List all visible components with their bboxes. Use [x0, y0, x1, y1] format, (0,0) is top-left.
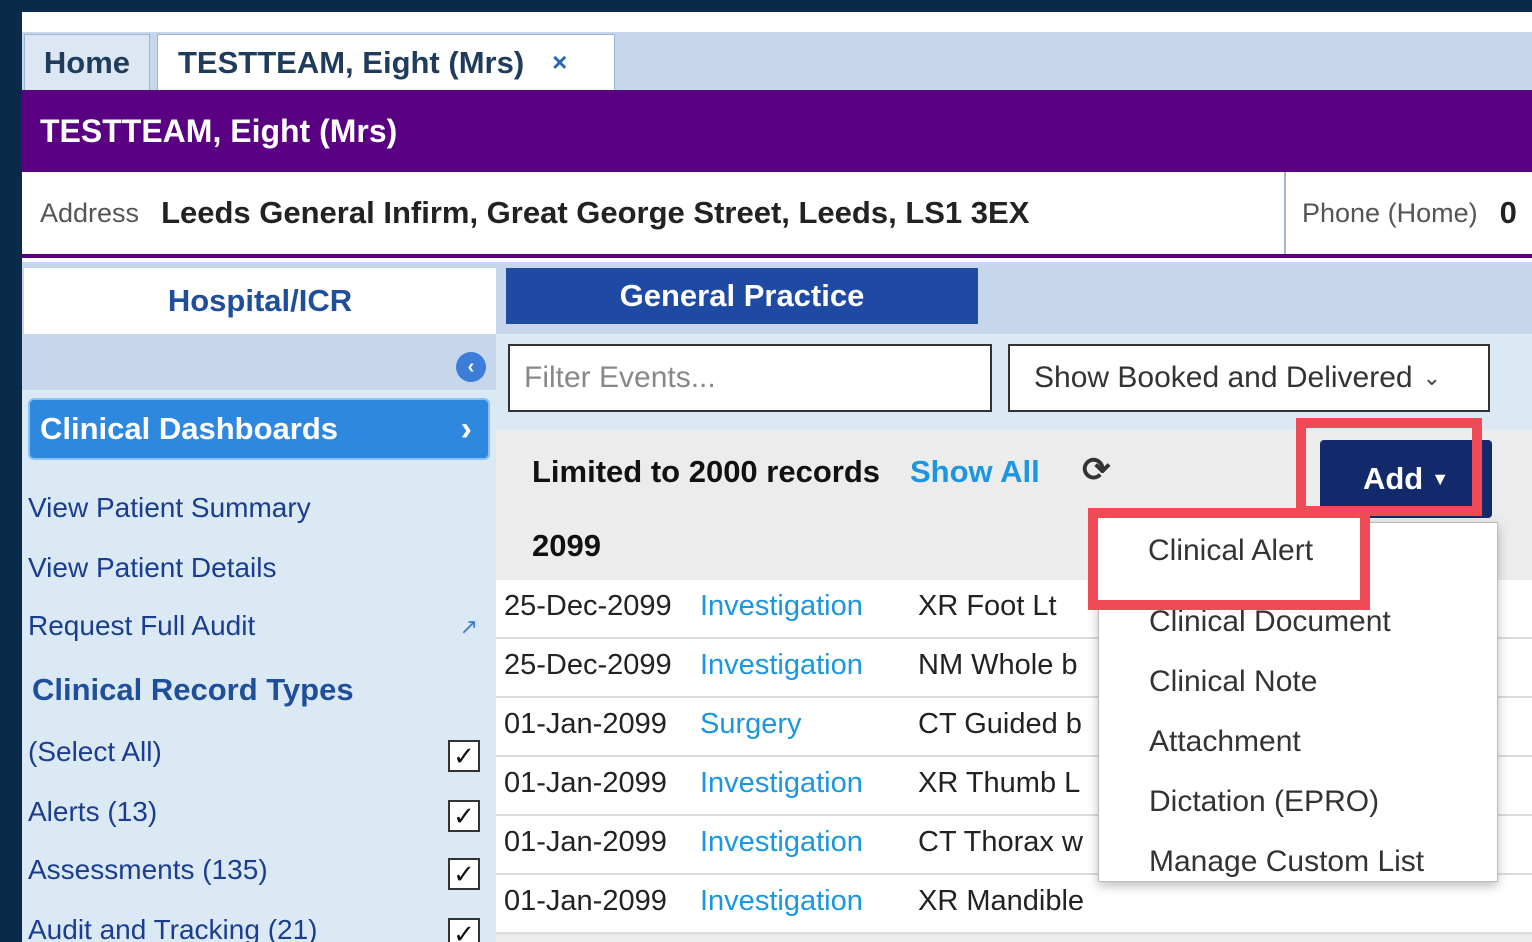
sidebar-top-bar: ‹	[22, 334, 496, 390]
sidebar: ‹ Clinical Dashboards › View Patient Sum…	[22, 334, 496, 942]
view-patient-details-link[interactable]: View Patient Details	[28, 552, 277, 584]
record-type-alerts: Alerts (13)	[28, 796, 158, 827]
event-type-link[interactable]: Investigation	[700, 767, 863, 800]
tab-hospital-icr-label: Hospital/ICR	[167, 283, 353, 318]
event-type-link[interactable]: Investigation	[700, 649, 863, 682]
tab-patient[interactable]: TESTTEAM, Eight (Mrs) ×	[157, 34, 615, 90]
tab-general-practice[interactable]: General Practice	[506, 268, 978, 324]
alerts-checkbox[interactable]: ✓	[448, 800, 480, 832]
tab-home[interactable]: Home	[24, 34, 150, 90]
chevron-right-icon: ›	[460, 410, 472, 448]
clinical-record-types-heading: Clinical Record Types	[32, 672, 354, 707]
external-link-icon[interactable]: ↗	[460, 614, 478, 640]
event-date: 25-Dec-2099	[504, 649, 672, 681]
app-window: Home TESTTEAM, Eight (Mrs) × TESTTEAM, E…	[22, 12, 1532, 942]
event-date: 01-Jan-2099	[504, 826, 667, 858]
status-filter-value: Show Booked and Delivered	[1034, 361, 1413, 394]
chevron-down-icon: ⌄	[1422, 365, 1442, 390]
select-all-checkbox[interactable]: ✓	[448, 740, 480, 772]
add-button-highlight	[1296, 418, 1482, 516]
tab-bar: Home TESTTEAM, Eight (Mrs) ×	[22, 32, 1532, 90]
view-patient-summary-link[interactable]: View Patient Summary	[28, 492, 311, 524]
menu-item-dictation-epro[interactable]: Dictation (EPRO)	[1149, 785, 1379, 819]
address-label: Address	[40, 197, 140, 228]
clinical-dashboards-label: Clinical Dashboards	[40, 411, 339, 446]
menu-item-clinical-document[interactable]: Clinical Document	[1149, 605, 1391, 639]
clinical-alert-highlight[interactable]: Clinical Alert	[1088, 508, 1370, 610]
event-description: NM Whole b	[918, 649, 1078, 681]
request-full-audit-link[interactable]: Request Full Audit	[28, 610, 255, 642]
event-description: CT Guided b	[918, 708, 1082, 740]
event-description: XR Mandible	[918, 885, 1085, 917]
address-divider	[1284, 172, 1286, 254]
phone-label: Phone (Home)	[1302, 197, 1478, 228]
assessments-checkbox[interactable]: ✓	[448, 858, 480, 890]
event-date: 25-Dec-2099	[504, 590, 672, 622]
status-filter-select[interactable]: Show Booked and Delivered ⌄	[1008, 344, 1490, 412]
event-description: CT Thorax w	[918, 826, 1083, 858]
menu-item-attachment[interactable]: Attachment	[1149, 725, 1301, 759]
phone-block: Phone (Home) 0	[1302, 172, 1517, 254]
close-icon[interactable]: ×	[552, 47, 567, 78]
section-tabs: Hospital/ICR General Practice	[22, 262, 1532, 334]
records-limit-text: Limited to 2000 records	[532, 454, 881, 489]
chevron-left-icon[interactable]: ‹	[456, 352, 486, 382]
event-type-link[interactable]: Surgery	[700, 708, 802, 741]
event-type-link[interactable]: Investigation	[700, 885, 863, 918]
phone-value: 0	[1499, 195, 1517, 230]
tab-general-practice-label: General Practice	[619, 278, 865, 313]
tab-patient-label: TESTTEAM, Eight (Mrs)	[178, 44, 525, 80]
refresh-icon[interactable]: ⟳	[1082, 450, 1111, 490]
event-type-link[interactable]: Investigation	[700, 590, 863, 623]
table-row[interactable]: 01-Jan-2099 Investigation XR Mandible	[496, 875, 1532, 934]
filter-events-input[interactable]: Filter Events...	[508, 344, 992, 412]
menu-item-manage-custom-list[interactable]: Manage Custom List	[1149, 845, 1424, 879]
audit-tracking-checkbox[interactable]: ✓	[448, 918, 480, 942]
event-date: 01-Jan-2099	[504, 708, 667, 740]
event-date: 01-Jan-2099	[504, 885, 667, 917]
event-description: XR Thumb L	[918, 767, 1081, 799]
tab-hospital-icr[interactable]: Hospital/ICR	[24, 268, 496, 334]
patient-banner: TESTTEAM, Eight (Mrs)	[22, 90, 1532, 172]
show-all-link[interactable]: Show All	[910, 454, 1040, 490]
event-description: XR Foot Lt	[918, 590, 1057, 622]
menu-item-clinical-note[interactable]: Clinical Note	[1149, 665, 1317, 699]
address-value: Leeds General Infirm, Great George Stree…	[161, 195, 1030, 230]
patient-name: TESTTEAM, Eight (Mrs)	[40, 112, 398, 149]
clinical-dashboards-button[interactable]: Clinical Dashboards ›	[28, 398, 490, 460]
year-heading: 2099	[532, 528, 601, 563]
record-type-select-all: (Select All)	[28, 736, 162, 767]
tab-home-label: Home	[43, 44, 131, 80]
event-type-link[interactable]: Investigation	[700, 826, 863, 859]
address-strip: Address Leeds General Infirm, Great Geor…	[22, 172, 1532, 258]
record-type-assessments: Assessments (135)	[28, 854, 268, 885]
record-type-audit-tracking: Audit and Tracking (21)	[28, 914, 318, 942]
event-date: 01-Jan-2099	[504, 767, 667, 799]
menu-item-clinical-alert[interactable]: Clinical Alert	[1148, 534, 1313, 568]
